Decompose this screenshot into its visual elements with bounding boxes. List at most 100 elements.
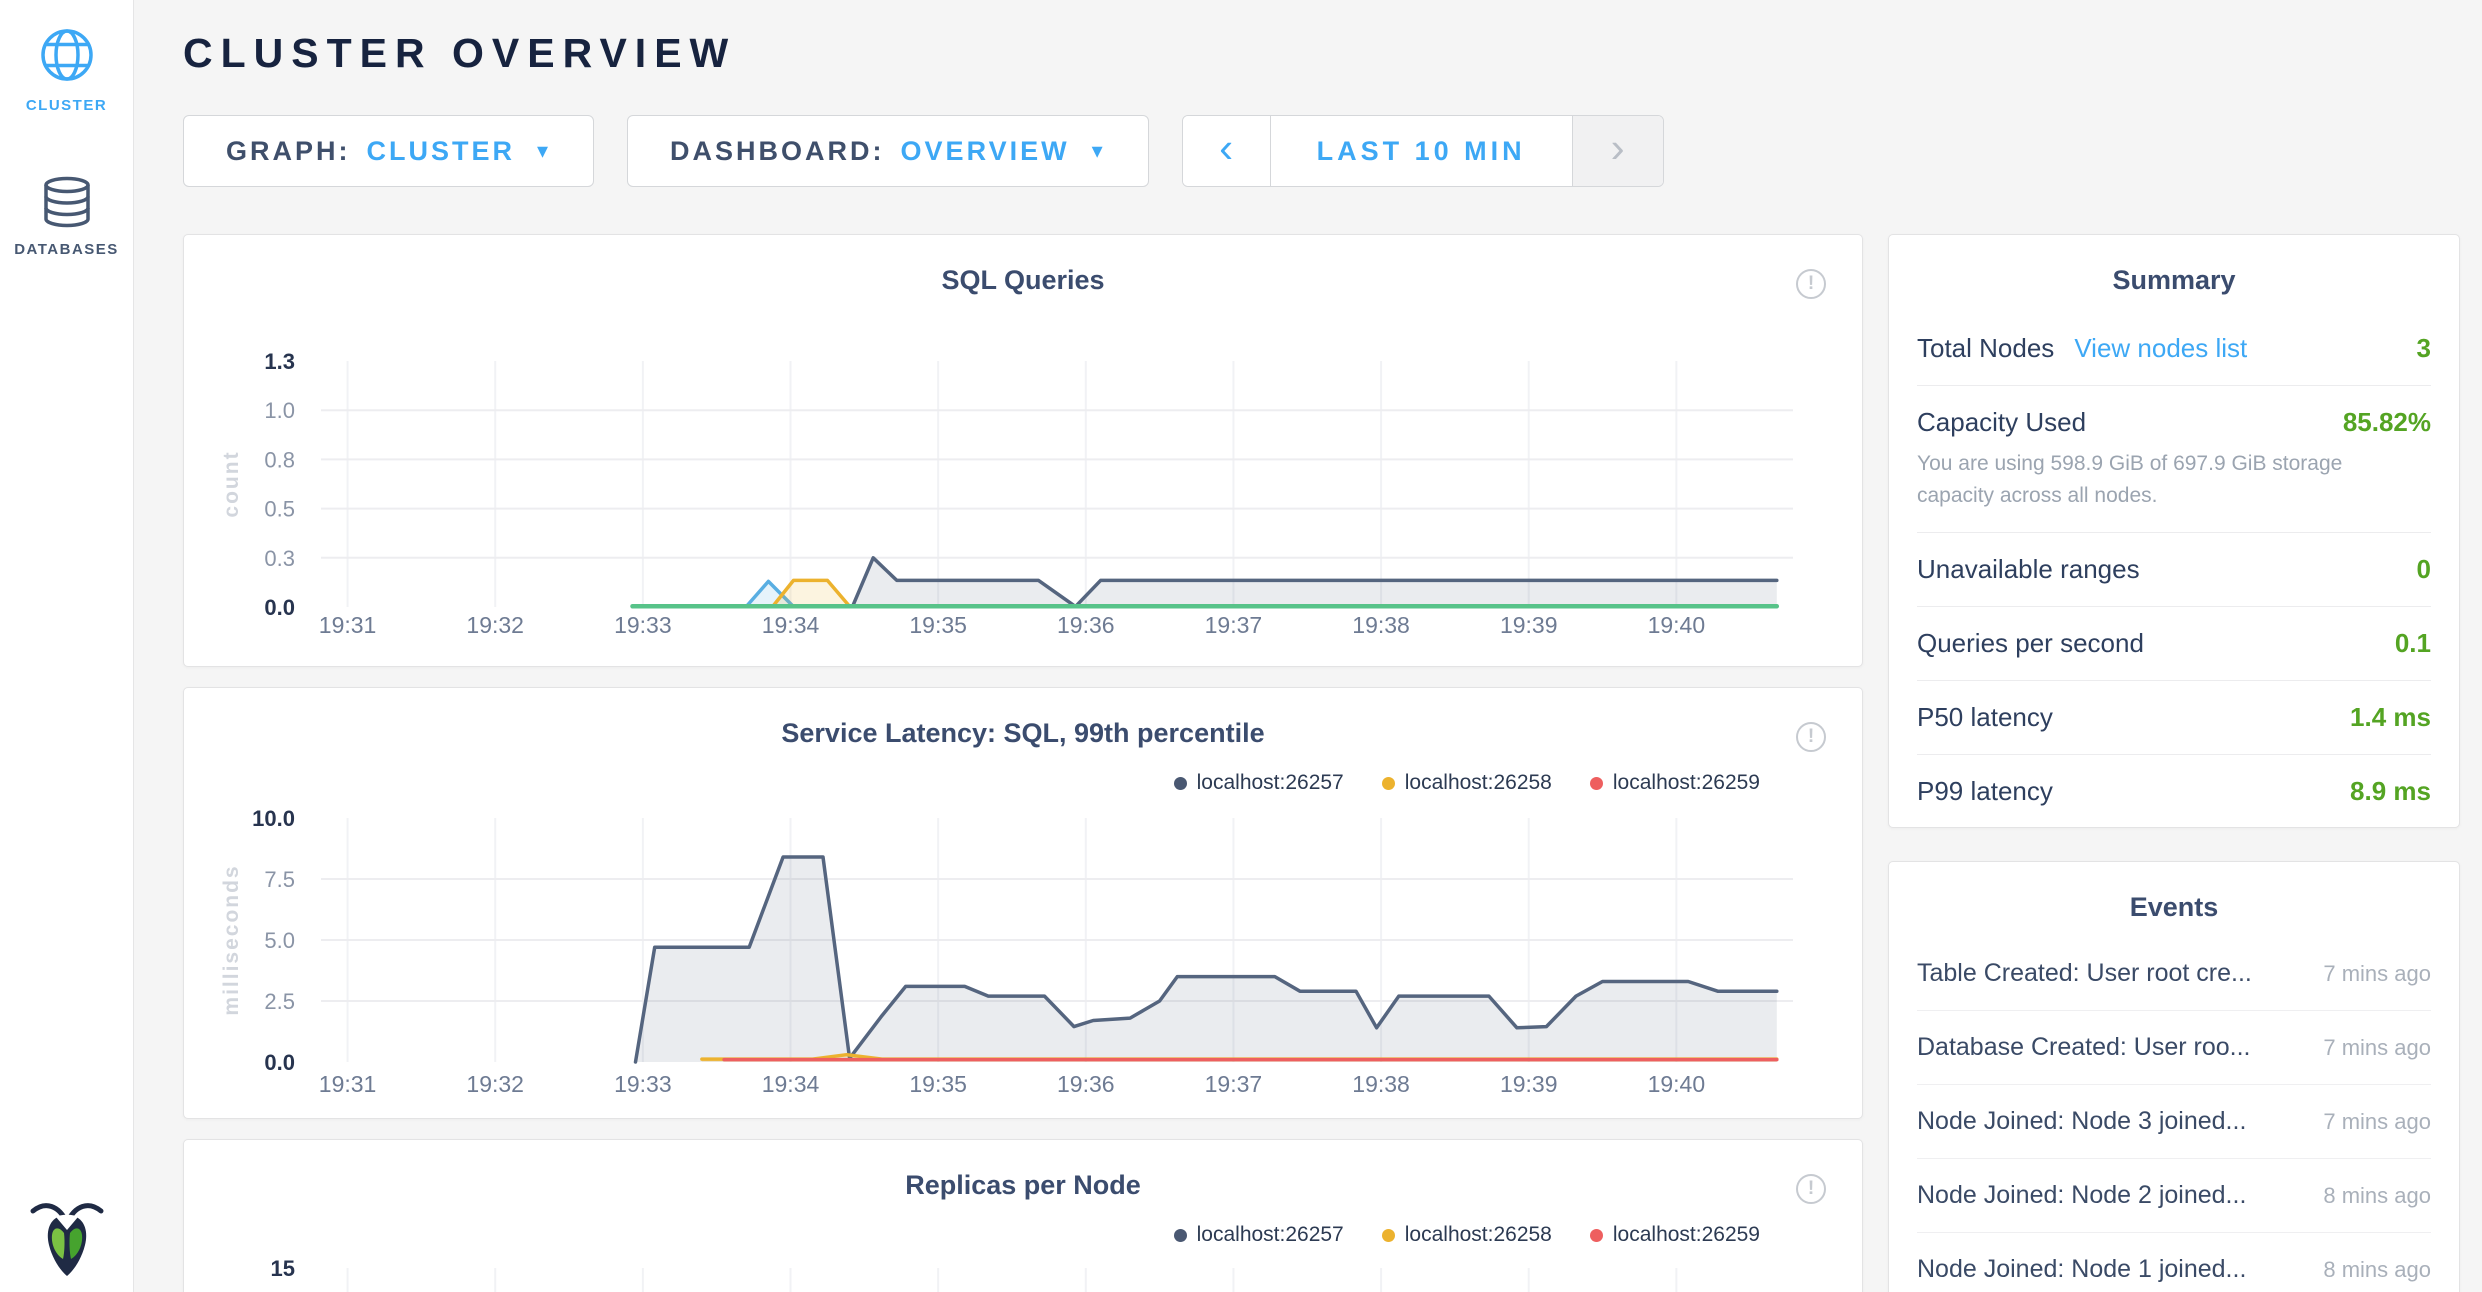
summary-value: 8.9 ms [2350,776,2431,807]
summary-row-total-nodes: Total Nodes View nodes list 3 [1917,312,2431,386]
database-icon [39,176,95,233]
legend-item: localhost:26258 [1382,771,1552,795]
svg-text:count: count [220,450,243,517]
svg-text:19:33: 19:33 [614,612,672,638]
chart-title: SQL Queries [184,265,1862,296]
svg-text:19:38: 19:38 [1352,612,1410,638]
events-title: Events [1917,892,2431,923]
svg-text:19:36: 19:36 [1057,1071,1115,1097]
legend-dot [1382,1229,1395,1242]
event-row: Node Joined: Node 1 joined... 8 mins ago [1917,1233,2431,1292]
svg-text:19:39: 19:39 [1500,1071,1558,1097]
cockroachdb-logo [29,1197,105,1284]
svg-text:19:37: 19:37 [1205,612,1263,638]
sql-queries-chart[interactable]: 19:31 19:32 19:33 19:34 19:35 19:36 19:37 19:38… [208,326,1838,661]
svg-text:1.3: 1.3 [264,349,295,374]
time-next-button[interactable]: › [1573,116,1663,186]
chart-title: Service Latency: SQL, 99th percentile [184,718,1862,749]
sidebar-item-label: CLUSTER [0,97,133,114]
svg-text:19:33: 19:33 [614,1071,672,1097]
svg-text:19:31: 19:31 [319,612,377,638]
svg-text:milliseconds: milliseconds [220,864,243,1015]
summary-value: 3 [2417,333,2431,364]
summary-row-queries-per-second: Queries per second 0.1 [1917,607,2431,681]
legend-item: localhost:26259 [1590,1223,1760,1247]
summary-label: P50 latency [1917,702,2053,733]
legend-dot [1174,777,1187,790]
event-time: 7 mins ago [2323,1109,2431,1135]
right-column: Summary Total Nodes View nodes list 3 Ca… [1888,234,2460,1292]
globe-icon [38,26,96,89]
view-nodes-link[interactable]: View nodes list [2074,333,2247,364]
svg-text:19:31: 19:31 [319,1071,377,1097]
replicas-per-node-chart[interactable]: 19:3119:3219:3319:3419:3519:3619:3719:38… [208,1252,1838,1292]
graph-dropdown[interactable]: GRAPH: CLUSTER ▾ [183,115,594,187]
legend-item: localhost:26258 [1382,1223,1552,1247]
chart-card-service-latency: Service Latency: SQL, 99th percentile ! … [183,687,1863,1119]
chart-card-sql-queries: SQL Queries ! 19:3119:3219:3319:3419:351… [183,234,1863,667]
svg-text:19:32: 19:32 [466,1071,524,1097]
svg-text:0.0: 0.0 [264,1050,295,1075]
dashboard-body: SQL Queries ! 19:31 19:32 19:33 19:34 19:35 1… [183,234,2460,1292]
summary-value: 85.82% [2343,407,2431,438]
graph-dropdown-value: CLUSTER [367,136,516,167]
sidebar: CLUSTER DATABASES [0,0,134,1292]
page-title: CLUSTER OVERVIEW [183,30,2460,77]
svg-text:19:36: 19:36 [1057,612,1115,638]
summary-value: 0 [2417,554,2431,585]
svg-text:19:34: 19:34 [762,612,820,638]
svg-text:5.0: 5.0 [264,928,295,953]
service-latency-chart[interactable]: 19:3119:3219:3319:3419:3519:3619:3719:38… [208,800,1838,1115]
info-icon[interactable]: ! [1796,1174,1826,1204]
dashboard-dropdown-value: OVERVIEW [901,136,1070,167]
summary-value: 1.4 ms [2350,702,2431,733]
event-text: Database Created: User roo... [1917,1033,2251,1062]
summary-value: 0.1 [2395,628,2431,659]
svg-text:0.0: 0.0 [264,595,295,620]
chevron-right-icon: › [1611,124,1625,172]
dashboard-dropdown-label: DASHBOARD: [670,136,885,167]
svg-text:15: 15 [271,1256,295,1281]
time-range-button[interactable]: LAST 10 MIN [1270,116,1573,186]
charts-column: SQL Queries ! 19:31 19:32 19:33 19:34 19:35 1… [183,234,1863,1292]
main-content: CLUSTER OVERVIEW GRAPH: CLUSTER ▾ DASHBO… [135,0,2482,1292]
time-prev-button[interactable]: ‹ [1183,116,1270,186]
chart-legend: localhost:26257 localhost:26258 localhos… [184,1223,1760,1247]
chart-card-replicas-per-node: Replicas per Node ! localhost:26257 loca… [183,1139,1863,1292]
info-icon[interactable]: ! [1796,269,1826,299]
event-row: Node Joined: Node 2 joined... 8 mins ago [1917,1159,2431,1233]
graph-dropdown-label: GRAPH: [226,136,351,167]
svg-text:19:35: 19:35 [909,612,967,638]
event-row: Database Created: User roo... 7 mins ago [1917,1011,2431,1085]
svg-text:19:35: 19:35 [909,1071,967,1097]
summary-panel: Summary Total Nodes View nodes list 3 Ca… [1888,234,2460,828]
event-text: Table Created: User root cre... [1917,959,2252,988]
summary-label: Total Nodes [1917,333,2054,364]
summary-title: Summary [1917,265,2431,296]
event-row: Node Joined: Node 3 joined... 7 mins ago [1917,1085,2431,1159]
event-text: Node Joined: Node 1 joined... [1917,1255,2246,1284]
summary-label: Capacity Used [1917,407,2086,438]
summary-label: Unavailable ranges [1917,554,2140,585]
svg-text:2.5: 2.5 [264,989,295,1014]
legend-dot [1174,1229,1187,1242]
time-window-selector: ‹ LAST 10 MIN › [1182,115,1664,187]
svg-text:10.0: 10.0 [252,806,295,831]
svg-text:19:34: 19:34 [762,1071,820,1097]
app-root: CLUSTER DATABASES [0,0,2482,1292]
svg-text:0.3: 0.3 [264,546,295,571]
caret-down-icon: ▾ [537,138,551,164]
summary-label: Queries per second [1917,628,2144,659]
info-icon[interactable]: ! [1796,722,1826,752]
events-panel: Events Table Created: User root cre... 7… [1888,861,2460,1292]
sidebar-item-databases[interactable]: DATABASES [0,176,133,258]
sidebar-item-cluster[interactable]: CLUSTER [0,26,133,114]
svg-text:19:32: 19:32 [466,612,524,638]
summary-row-p99-latency: P99 latency 8.9 ms [1917,755,2431,828]
legend-dot [1590,777,1603,790]
dashboard-dropdown[interactable]: DASHBOARD: OVERVIEW ▾ [627,115,1149,187]
legend-item: localhost:26259 [1590,771,1760,795]
legend-dot [1590,1229,1603,1242]
svg-text:1.0: 1.0 [264,398,295,423]
event-time: 8 mins ago [2323,1257,2431,1283]
